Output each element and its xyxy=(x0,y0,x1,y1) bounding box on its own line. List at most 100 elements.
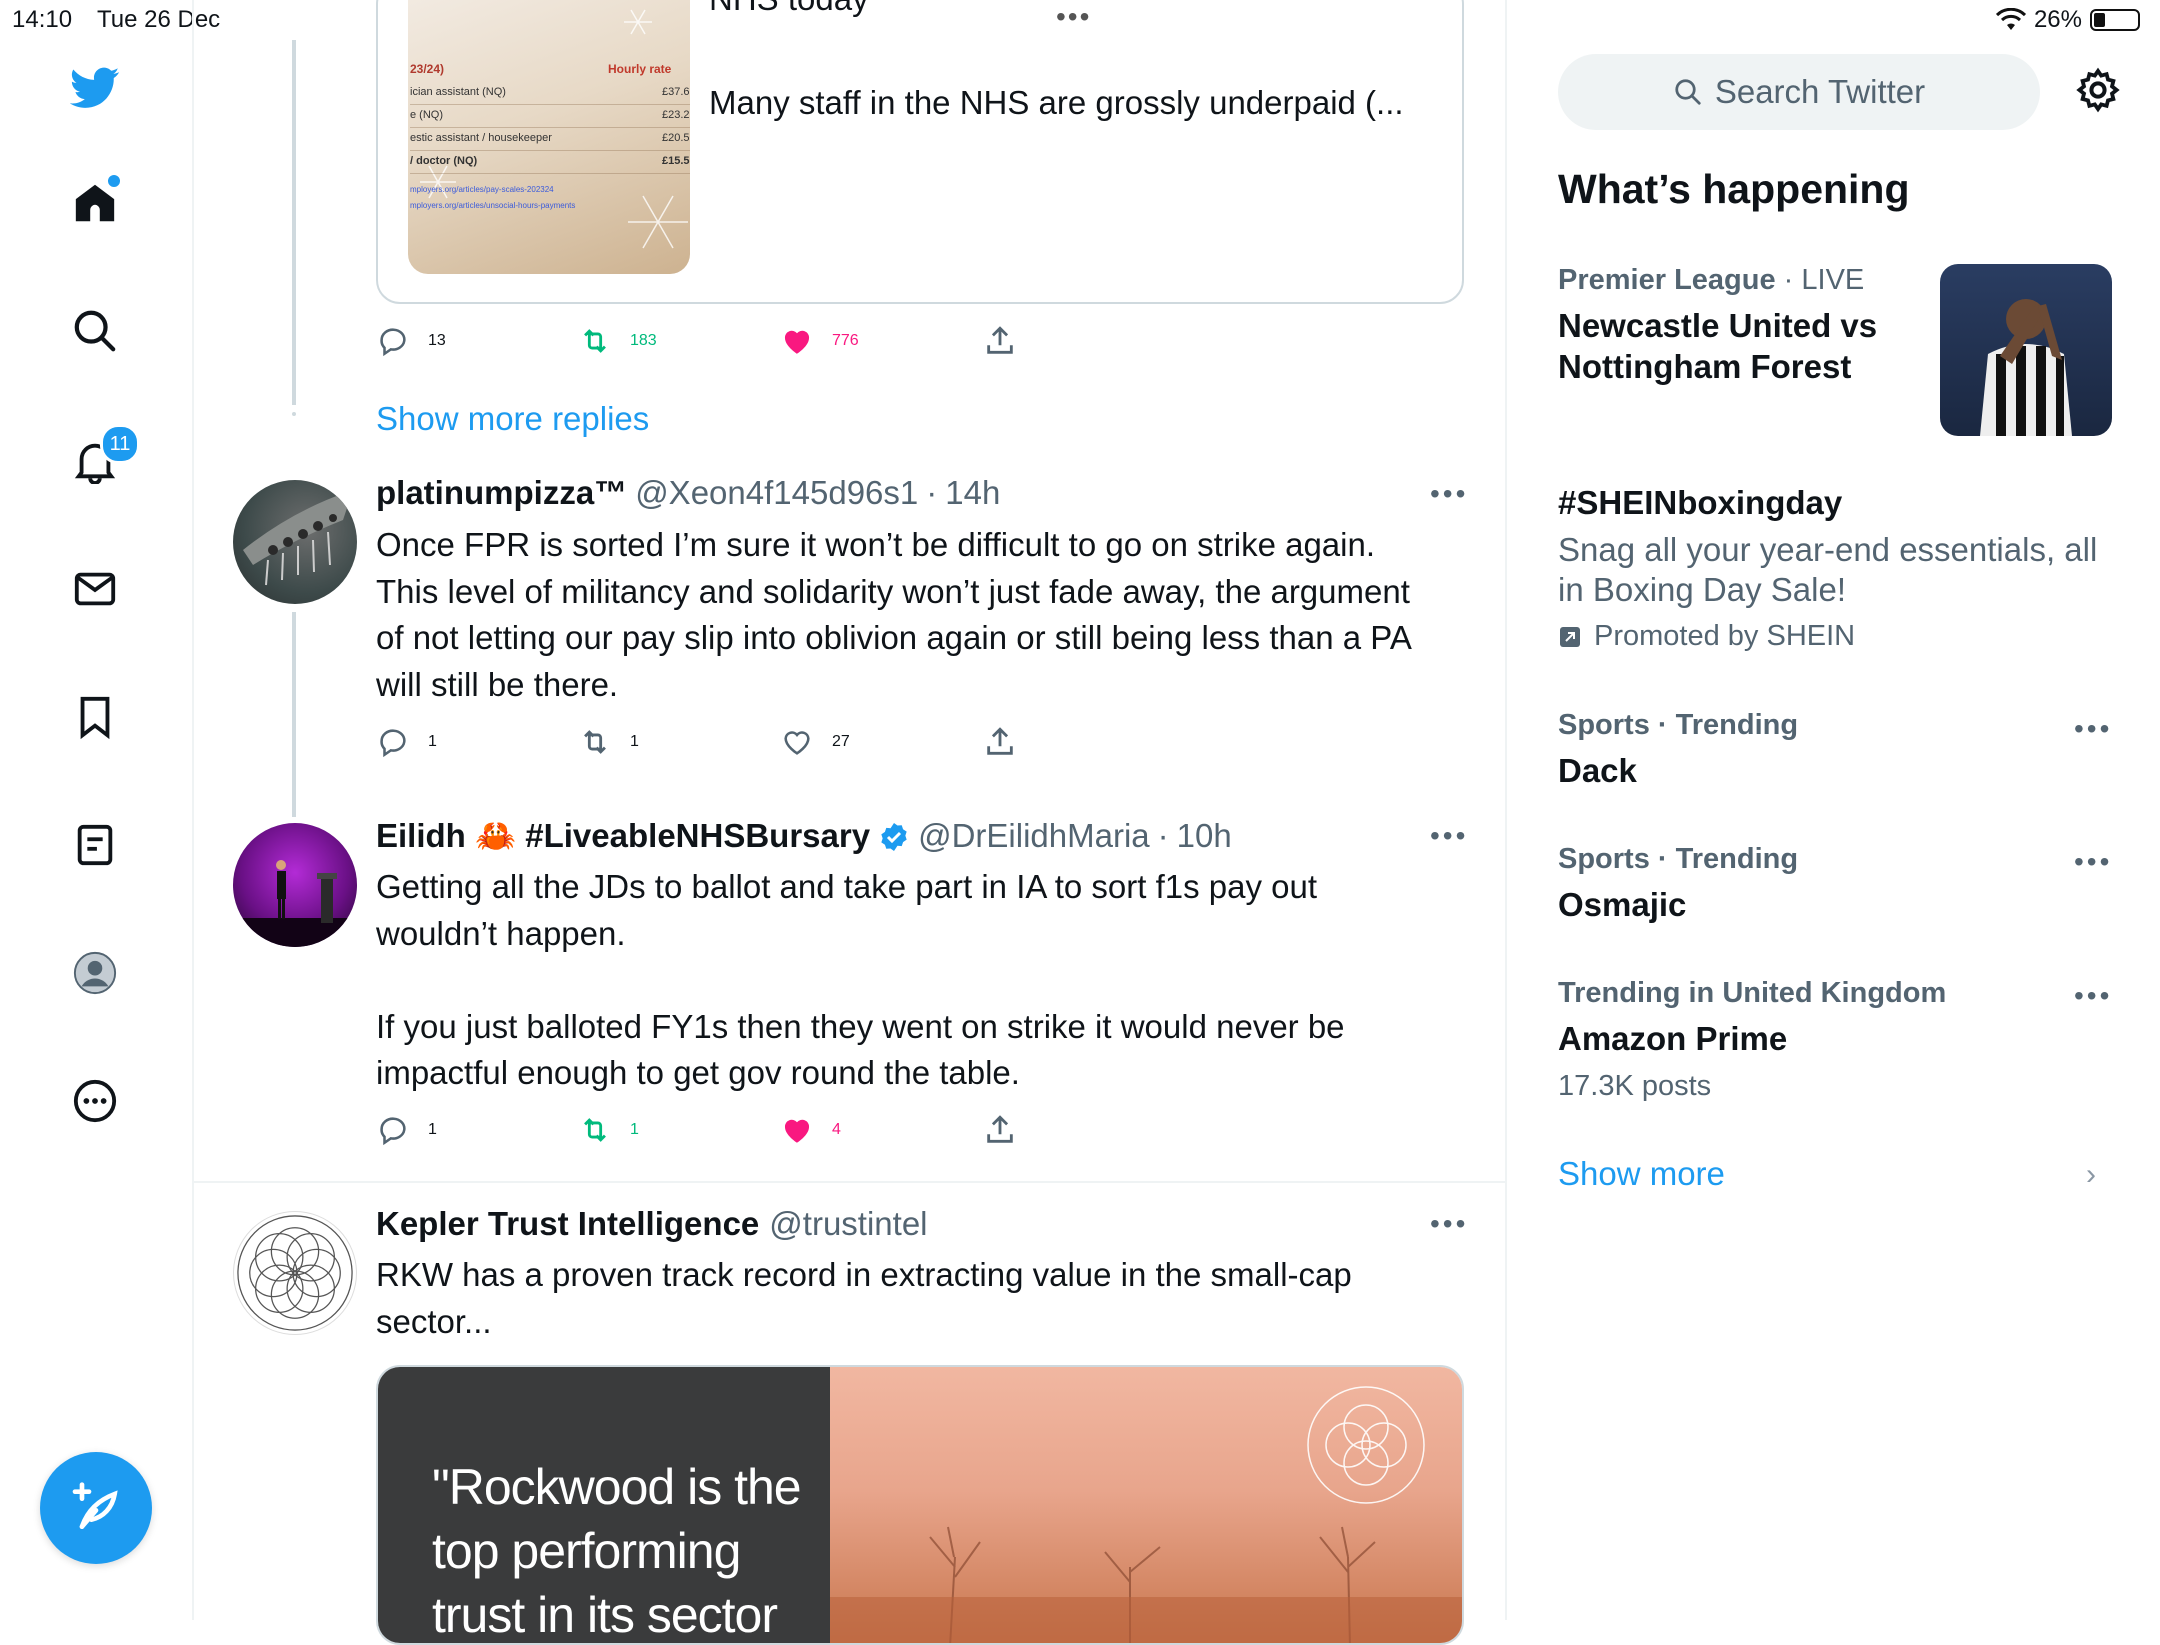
trend-item[interactable]: Sports · Trending Dack xyxy=(1558,709,2098,790)
rate-table-row: e (NQ) £23.2 xyxy=(410,105,690,128)
reply-count: 13 xyxy=(428,332,446,349)
quoted-link-card[interactable]: 23/24) Hourly rate ician assistant (NQ) £… xyxy=(376,0,1464,304)
left-divider xyxy=(192,0,194,1620)
thread-line-2 xyxy=(292,612,296,817)
show-more-replies-link[interactable]: Show more replies xyxy=(376,400,649,438)
messages-icon[interactable] xyxy=(70,564,120,614)
author-handle[interactable]: @Xeon4f145d96s1 xyxy=(635,474,918,512)
more-icon[interactable] xyxy=(70,1076,120,1126)
tweet-more-icon[interactable]: ••• xyxy=(1430,1208,1468,1240)
author-name[interactable]: Kepler Trust Intelligence xyxy=(376,1205,759,1243)
table-links: mployers.org/articles/pay-scales-202324 … xyxy=(410,182,575,214)
search-icon[interactable] xyxy=(70,306,120,356)
reply-icon xyxy=(380,729,406,758)
retweet-button[interactable]: 1 xyxy=(578,725,639,759)
retweet-count: 1 xyxy=(630,733,639,750)
tweet-time[interactable]: 14h xyxy=(945,474,1000,512)
trend-desc-line: Snag all your year-end essentials, all xyxy=(1558,531,2098,568)
thread-line-1 xyxy=(292,40,296,405)
table-link-1: mployers.org/articles/pay-scales-202324 xyxy=(410,185,554,194)
quoted-card-title: NHS today xyxy=(709,0,869,23)
status-date: Tue 26 Dec xyxy=(97,6,221,33)
like-button[interactable]: 4 xyxy=(780,1113,841,1147)
tweet-time[interactable]: 10h xyxy=(1177,817,1232,855)
profile-icon[interactable] xyxy=(70,948,120,998)
speaker-on-stage-image xyxy=(233,860,357,947)
author-handle[interactable]: @trustintel xyxy=(769,1205,927,1243)
pizza-cutter-image xyxy=(243,490,353,586)
thread-gap xyxy=(292,412,296,418)
tweet-divider xyxy=(192,1181,1505,1183)
like-count: 4 xyxy=(832,1121,841,1138)
tweet-header: Eilidh 🦀 #LiveableNHSBursary @DrEilidhMa… xyxy=(376,817,1232,856)
trend-more-icon[interactable]: ••• xyxy=(2074,846,2112,878)
reply-button[interactable]: 13 xyxy=(376,324,446,358)
right-divider xyxy=(1505,0,1507,1620)
share-button[interactable] xyxy=(983,1113,1017,1147)
tweet-text: RKW has a proven track record in extract… xyxy=(376,1252,1352,1345)
avatar[interactable] xyxy=(233,823,357,947)
retweet-button[interactable]: 183 xyxy=(578,324,657,358)
twitter-logo-icon[interactable] xyxy=(70,62,120,112)
table-header-left: 23/24) xyxy=(410,62,445,76)
tweet-more-icon[interactable]: ••• xyxy=(1430,820,1468,852)
retweet-button[interactable]: 1 xyxy=(578,1113,639,1147)
footballer-image xyxy=(1980,299,2072,436)
retweet-icon xyxy=(584,1118,606,1142)
notifications-icon[interactable]: 11 xyxy=(70,424,140,486)
author-handle[interactable]: @DrEilidhMaria xyxy=(918,817,1150,855)
kepler-logo-icon xyxy=(237,1215,353,1331)
share-button[interactable] xyxy=(983,324,1017,358)
share-icon xyxy=(987,1115,1013,1143)
promoted-by-text: Promoted by SHEIN xyxy=(1594,620,1856,652)
author-name[interactable]: Eilidh 🦀 #LiveableNHSBursary xyxy=(376,817,870,856)
battery-fill xyxy=(2094,13,2105,27)
trend-item[interactable]: Trending in United Kingdom Amazon Prime … xyxy=(1558,977,2098,1103)
home-icon[interactable] xyxy=(70,172,123,228)
rate-table-role: / doctor (NQ) xyxy=(410,155,478,167)
wifi-icon xyxy=(1995,8,2026,30)
chevron-right-icon[interactable]: › xyxy=(2086,1158,2096,1192)
bookmarks-icon[interactable] xyxy=(70,692,120,742)
show-more-trends-link[interactable]: Show more xyxy=(1558,1155,1725,1193)
misty-trees-image xyxy=(830,1386,1462,1643)
tweet-more-icon[interactable]: ••• xyxy=(1430,478,1468,510)
quoted-card-image: 23/24) Hourly rate ician assistant (NQ) £… xyxy=(408,0,690,274)
promoted-trend-item[interactable]: #SHEINboxingday Snag all your year-end e… xyxy=(1558,484,2118,653)
search-input[interactable]: Search Twitter xyxy=(1558,54,2040,130)
retweet-icon xyxy=(584,329,606,353)
share-button[interactable] xyxy=(983,725,1017,759)
trend-thumbnail-image xyxy=(1940,264,2112,436)
like-button[interactable]: 27 xyxy=(780,725,850,759)
tweet-media-card[interactable]: "Rockwood is the top performing trust in… xyxy=(376,1365,1464,1645)
trend-item[interactable]: Sports · Trending Osmajic xyxy=(1558,843,2098,924)
trend-desc-line: in Boxing Day Sale! xyxy=(1558,571,1846,608)
rate-table-row: estic assistant / housekeeper £20.5 xyxy=(410,128,690,151)
tweet-header: platinumpizza™ @Xeon4f145d96s1 · 14h xyxy=(376,474,1000,512)
heart-filled-icon xyxy=(784,1119,810,1143)
tweet-line: Getting all the JDs to ballot and take p… xyxy=(376,868,1318,905)
trend-meta-sep: · xyxy=(1775,264,1802,296)
settings-gear-icon[interactable] xyxy=(2074,66,2122,119)
media-quote-line: "Rockwood is the xyxy=(432,1459,802,1515)
trend-meta: Sports · Trending xyxy=(1558,843,1799,875)
rate-table-role: ician assistant (NQ) xyxy=(410,86,506,98)
trend-more-icon[interactable]: ••• xyxy=(2074,713,2112,745)
rate-table-rate: £20.5 xyxy=(662,132,690,144)
search-placeholder: Search Twitter xyxy=(1714,73,1926,110)
share-icon xyxy=(987,727,1013,755)
media-quote-line: trust in its sector xyxy=(432,1587,778,1643)
rate-table-row: ician assistant (NQ) £37.6 xyxy=(410,82,690,105)
compose-tweet-button[interactable] xyxy=(40,1452,152,1564)
lists-icon[interactable] xyxy=(70,820,120,870)
trend-more-icon[interactable]: ••• xyxy=(2074,980,2112,1012)
avatar[interactable] xyxy=(233,1211,357,1335)
avatar[interactable] xyxy=(233,480,357,604)
tweet-line: RKW has a proven track record in extract… xyxy=(376,1256,1352,1293)
like-button[interactable]: 776 xyxy=(780,324,859,358)
tweet-line: sector... xyxy=(376,1302,492,1340)
author-name[interactable]: platinumpizza™ xyxy=(376,474,627,512)
reply-button[interactable]: 1 xyxy=(376,725,437,759)
reply-button[interactable]: 1 xyxy=(376,1113,437,1147)
rate-table-rate: £37.6 xyxy=(662,86,690,98)
